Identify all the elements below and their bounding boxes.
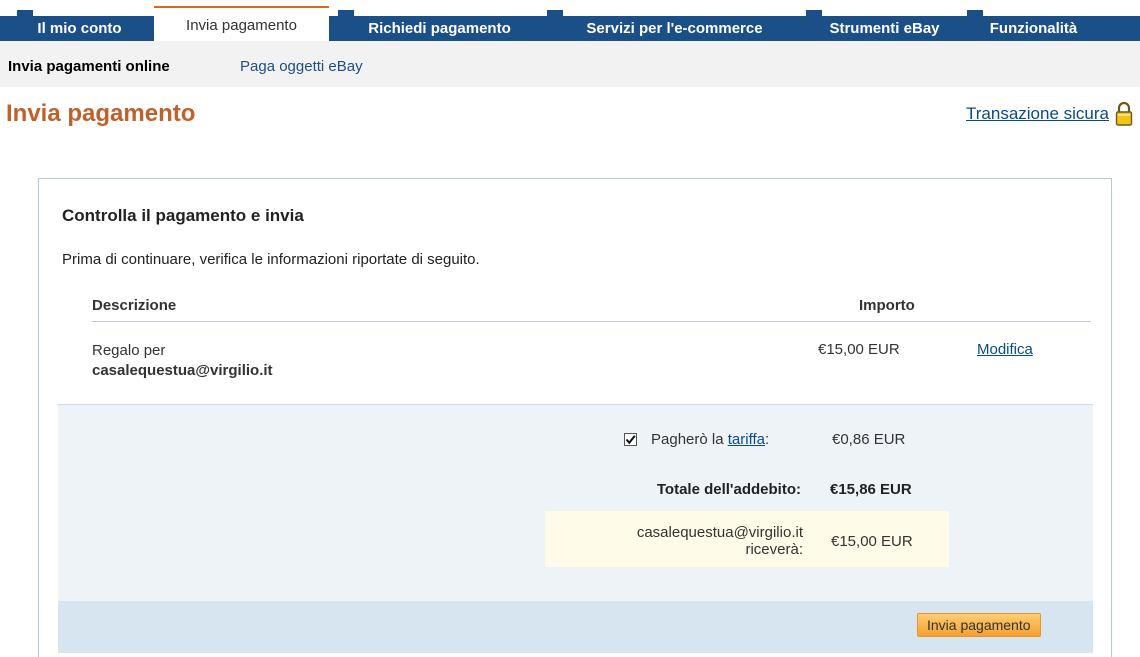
tab-label: Il mio conto [37,20,122,37]
checkmark-icon [625,434,636,444]
fee-checkbox[interactable] [624,432,637,446]
tab-label: Strumenti eBay [829,20,940,37]
tab-label: Richiedi pagamento [368,20,511,37]
item-description: Regalo per casalequestua@virgilio.it [92,341,273,381]
total-amount: €15,86 EUR [830,481,912,498]
sub-navigation: Invia pagamenti online Paga oggetti eBay [0,41,1140,87]
tab-label: Invia pagamento [186,17,297,34]
send-payment-button[interactable]: Invia pagamento [917,613,1041,637]
recipient-receives-box: casalequestua@virgilio.it riceverà: €15,… [545,511,949,567]
lock-icon [1115,101,1133,126]
item-amount: €15,00 EUR [818,341,900,358]
column-header-amount: Importo [859,297,915,314]
total-label: Totale dell'addebito: [656,481,801,498]
tab-invia-pagamento[interactable]: Invia pagamento [154,6,329,42]
review-title: Controlla il pagamento e invia [62,206,304,225]
receives-verb: riceverà: [745,541,803,558]
payment-review-card: Controlla il pagamento e invia Prima di … [38,178,1112,657]
secure-transaction-link[interactable]: Transazione sicura [966,104,1109,124]
recipient-receives-amount: €15,00 EUR [831,533,913,550]
tab-strumenti-ebay[interactable]: Strumenti eBay [806,10,963,41]
recipient-receives-label: casalequestua@virgilio.it riceverà: [543,524,803,558]
tab-notch [547,10,563,16]
tab-label: Funzionalità [989,20,1078,37]
subnav-paga-oggetti-ebay[interactable]: Paga oggetti eBay [240,58,363,75]
tab-il-mio-conto[interactable]: Il mio conto [17,10,142,41]
intro-text: Prima di continuare, verifica le informa… [62,251,480,268]
tab-notch [806,10,822,16]
tab-label: Servizi per l'e-commerce [586,20,763,37]
tab-notch [967,10,983,16]
tab-richiedi-pagamento[interactable]: Richiedi pagamento [338,10,541,41]
action-bar: Invia pagamento [58,601,1093,653]
recipient-email: casalequestua@virgilio.it [636,524,803,541]
tab-notch [338,10,354,16]
payment-summary: Pagherò la tariffa: €0,86 EUR Totale del… [58,404,1093,602]
fee-row: Pagherò la tariffa: [624,429,769,449]
modify-link[interactable]: Modifica [977,341,1033,358]
header-divider [92,321,1091,322]
fee-link[interactable]: tariffa [728,431,765,448]
page-title: Invia pagamento [6,100,196,127]
recipient-email: casalequestua@virgilio.it [92,362,273,379]
tab-notch [17,10,33,16]
tab-servizi-e-commerce[interactable]: Servizi per l'e-commerce [547,10,802,41]
tab-funzionalita[interactable]: Funzionalità [967,10,1100,41]
secure-transaction: Transazione sicura [966,100,1133,127]
subnav-invia-pagamenti-online[interactable]: Invia pagamenti online [8,58,170,75]
fee-amount: €0,86 EUR [832,431,906,448]
item-description-prefix: Regalo per [92,342,166,359]
fee-label-prefix: Pagherò la [651,430,724,448]
main-tab-bar: Il mio conto Invia pagamento Richiedi pa… [0,0,1140,42]
fee-label-suffix: : [764,430,770,448]
column-header-description: Descrizione [92,297,177,314]
